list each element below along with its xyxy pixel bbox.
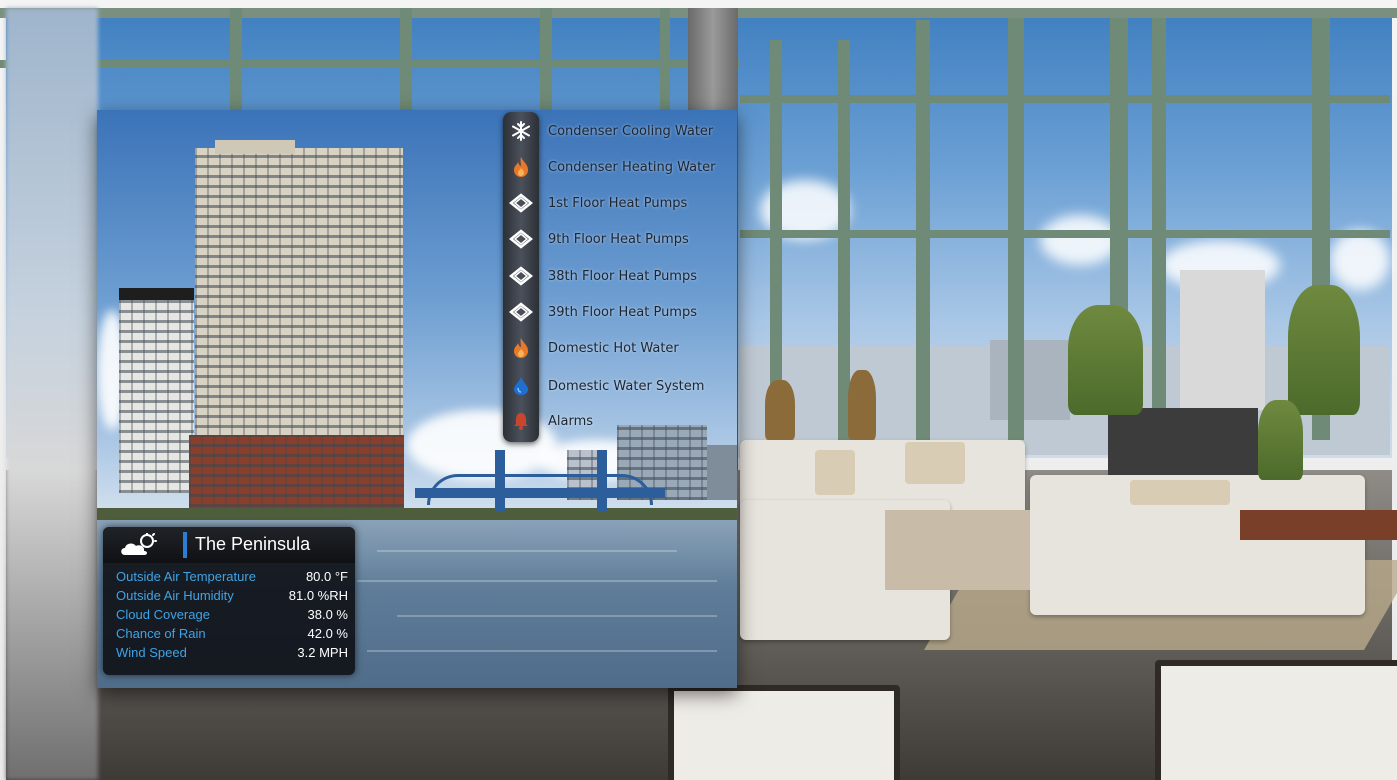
bridge-deck <box>415 488 665 498</box>
window-frame <box>1008 10 1024 440</box>
weather-label: Outside Air Temperature <box>116 569 256 584</box>
side-table <box>1240 510 1397 540</box>
cushion <box>905 442 965 484</box>
plant <box>1258 400 1303 480</box>
window-frame <box>1152 10 1166 430</box>
building-name: The Peninsula <box>195 534 311 554</box>
snowflake-icon <box>503 114 539 148</box>
plant <box>848 370 876 440</box>
heat-pump-icon <box>503 222 539 256</box>
menu-item-domestic-hot-water[interactable]: Domestic Hot Water <box>503 331 679 365</box>
weather-row-cloud-coverage: Cloud Coverage 38.0 % <box>116 607 356 625</box>
dining-chair <box>1155 660 1397 780</box>
menu-item-condenser-heating-water[interactable]: Condenser Heating Water <box>503 150 716 184</box>
flame-icon <box>503 331 539 365</box>
heat-pump-icon <box>503 186 539 220</box>
menu-item-label: Domestic Hot Water <box>548 340 679 356</box>
menu-item-label: 39th Floor Heat Pumps <box>548 304 697 320</box>
weather-label: Cloud Coverage <box>116 607 210 622</box>
weather-value: 38.0 % <box>307 607 348 622</box>
header-separator <box>183 532 187 558</box>
neighbor-tower <box>119 288 194 493</box>
menu-item-domestic-water-system[interactable]: Domestic Water System <box>503 369 704 403</box>
cushion <box>1130 480 1230 505</box>
menu-item-label: 38th Floor Heat Pumps <box>548 268 697 284</box>
blurred-foreground <box>6 8 98 780</box>
weather-label: Wind Speed <box>116 645 187 660</box>
cushion <box>815 450 855 495</box>
cloud <box>1040 215 1120 265</box>
plant <box>1068 305 1143 415</box>
coffee-table <box>885 510 1030 590</box>
weather-row-humidity: Outside Air Humidity 81.0 %RH <box>116 588 356 606</box>
heat-pump-icon <box>503 295 539 329</box>
dining-chair <box>668 685 900 780</box>
bridge-tower <box>597 450 607 512</box>
tower-top <box>215 140 295 154</box>
ripple <box>397 615 717 617</box>
menu-item-alarms[interactable]: Alarms <box>503 404 593 438</box>
heat-pump-icon <box>503 259 539 293</box>
peninsula-tower <box>195 148 403 438</box>
menu-item-label: Alarms <box>548 413 594 429</box>
tower-podium <box>189 435 404 517</box>
menu-item-39th-floor-heat-pumps[interactable]: 39th Floor Heat Pumps <box>503 295 697 329</box>
bell-icon <box>503 404 539 438</box>
skyscraper <box>1180 270 1265 410</box>
weather-value: 80.0 °F <box>305 569 348 584</box>
ripple <box>357 580 717 582</box>
weather-value: 81.0 %RH <box>288 588 348 603</box>
ripple <box>377 550 677 552</box>
menu-item-label: Condenser Cooling Water <box>548 123 714 139</box>
menu-item-label: 1st Floor Heat Pumps <box>548 195 688 211</box>
cloud <box>1330 230 1390 290</box>
weather-header: The Peninsula <box>103 527 355 563</box>
weather-widget: The Peninsula Outside Air Temperature 80… <box>103 527 355 675</box>
cloud-sun-icon <box>119 532 159 559</box>
weather-row-wind-speed: Wind Speed 3.2 MPH <box>116 645 356 663</box>
weather-row-temperature: Outside Air Temperature 80.0 °F <box>116 569 356 587</box>
tower-crown <box>119 288 194 300</box>
menu-item-label: Domestic Water System <box>548 378 705 394</box>
weather-row-chance-of-rain: Chance of Rain 42.0 % <box>116 626 356 644</box>
weather-label: Chance of Rain <box>116 626 206 641</box>
downtown-building <box>707 445 737 500</box>
menu-item-condenser-cooling-water[interactable]: Condenser Cooling Water <box>503 114 713 148</box>
weather-label: Outside Air Humidity <box>116 588 234 603</box>
plant <box>1288 285 1360 415</box>
ripple <box>367 650 717 652</box>
window-frame <box>0 60 740 68</box>
flame-icon <box>503 150 539 184</box>
bridge-tower <box>495 450 505 512</box>
skyscraper <box>990 340 1070 420</box>
menu-item-label: 9th Floor Heat Pumps <box>548 231 689 247</box>
weather-value: 42.0 % <box>307 626 348 641</box>
weather-value: 3.2 MPH <box>297 645 348 660</box>
window-frame <box>740 230 1390 238</box>
window-frame <box>740 95 1390 103</box>
menu-item-1st-floor-heat-pumps[interactable]: 1st Floor Heat Pumps <box>503 186 687 220</box>
menu-item-9th-floor-heat-pumps[interactable]: 9th Floor Heat Pumps <box>503 222 689 256</box>
menu-item-label: Condenser Heating Water <box>548 159 716 175</box>
menu-item-38th-floor-heat-pumps[interactable]: 38th Floor Heat Pumps <box>503 259 697 293</box>
plant <box>765 380 795 440</box>
water-drop-icon <box>503 369 539 403</box>
